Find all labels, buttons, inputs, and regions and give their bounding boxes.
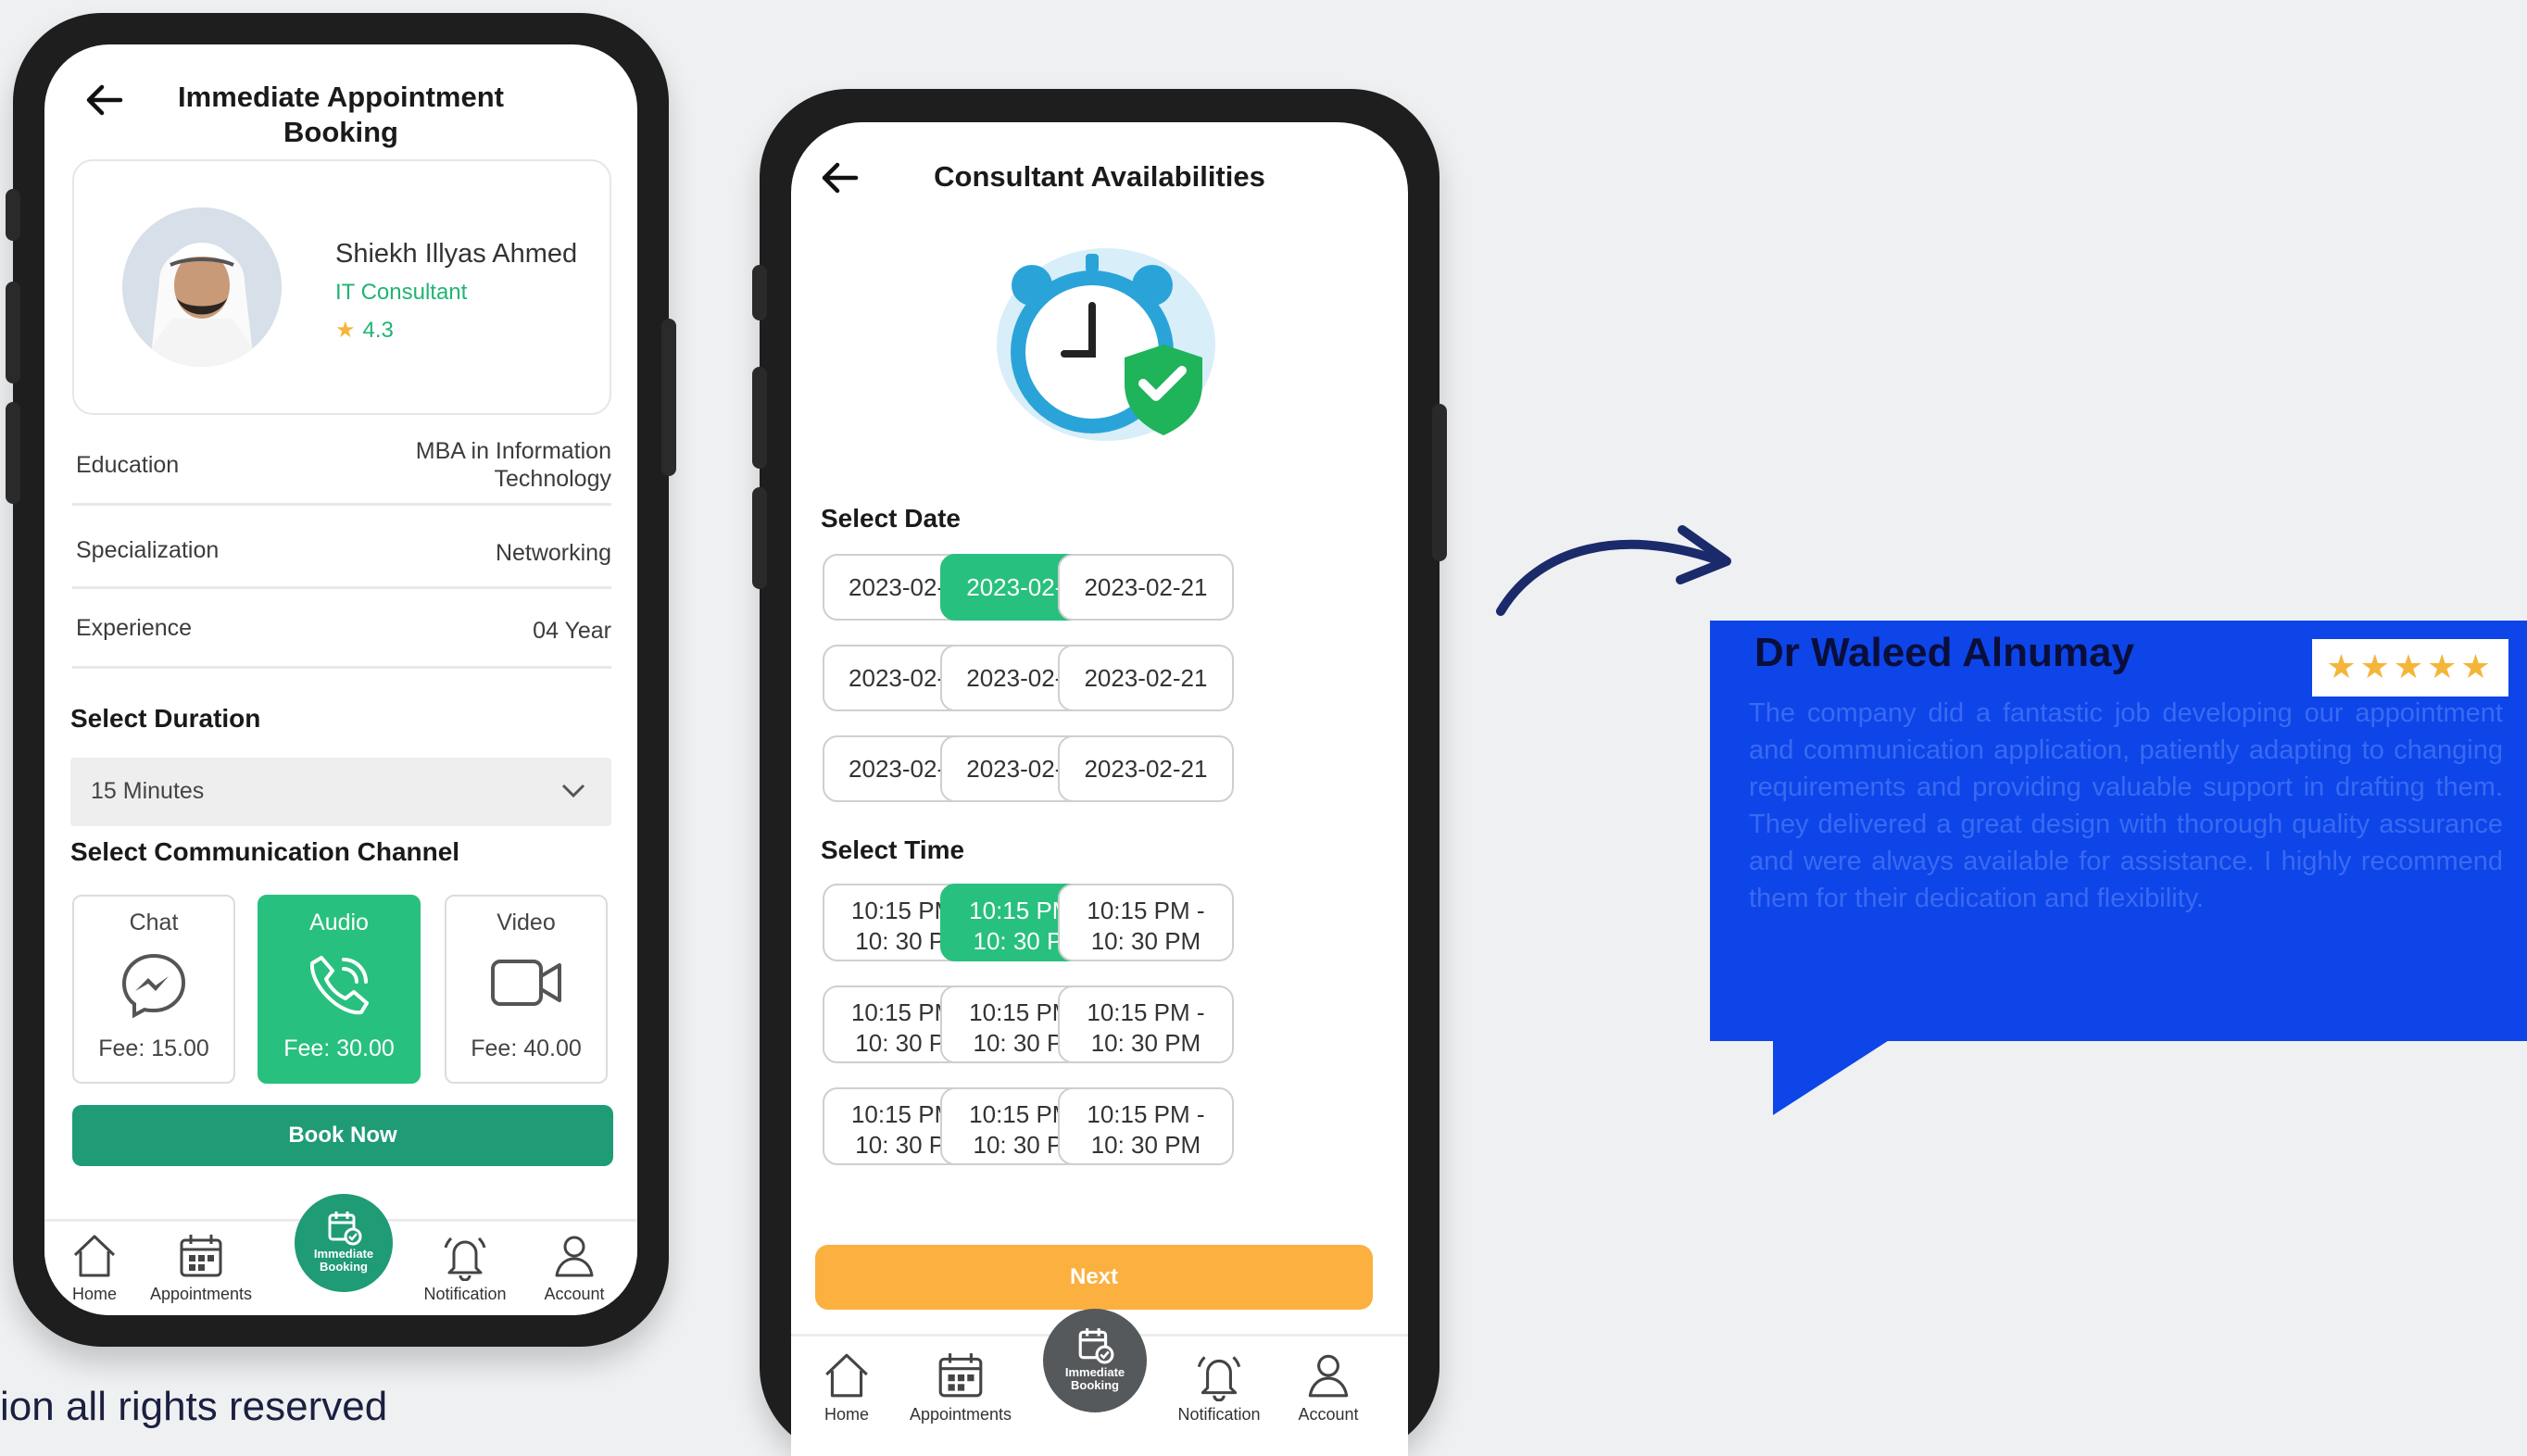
date-option[interactable]: 2023-02-21: [1057, 554, 1234, 621]
booking-calendar-icon: [328, 1211, 362, 1246]
date-option[interactable]: 2023-02-21: [1057, 735, 1234, 802]
date-heading: Select Date: [821, 504, 961, 533]
nav-immediate-booking[interactable]: Immediate Booking: [295, 1194, 393, 1292]
video-camera-icon: [491, 960, 561, 1006]
page-title: Consultant Availabilities: [934, 160, 1265, 193]
user-icon: [555, 1236, 594, 1277]
experience-row: Experience 04 Year: [72, 596, 611, 669]
review-card: Dr Waleed Alnumay ★★★★★ The company did …: [1710, 621, 2527, 1041]
channel-video[interactable]: Video Fee: 40.00: [445, 895, 608, 1084]
phone-icon: [309, 956, 369, 1015]
nav-notification[interactable]: Notification: [1162, 1349, 1276, 1425]
review-text: The company did a fantastic job developi…: [1749, 698, 2503, 913]
time-slot[interactable]: 10:15 PM - 10: 30 PM: [1057, 985, 1234, 1063]
time-slot-start: 10:15 PM -: [1087, 897, 1205, 924]
calendar-icon: [180, 1235, 222, 1277]
education-row: Education MBA in Information Technology: [72, 433, 611, 506]
messenger-icon: [121, 953, 186, 1019]
time-slot-end: 10: 30 PM: [1090, 927, 1201, 955]
alarm-clock-shield-icon: [997, 248, 1215, 441]
nav-appointments[interactable]: Appointments: [891, 1349, 1030, 1425]
specialization-row: Specialization Networking: [72, 515, 611, 589]
time-slot-start: 10:15 PM -: [1087, 998, 1205, 1026]
user-icon: [1308, 1354, 1349, 1398]
booking-calendar-icon: [1078, 1328, 1114, 1364]
duration-select[interactable]: 15 Minutes: [70, 758, 611, 826]
star-icon: ★: [335, 318, 356, 343]
consultant-card: Shiekh Illyas Ahmed IT Consultant ★ 4.3: [72, 159, 611, 415]
channel-chat[interactable]: Chat Fee: 15.00: [72, 895, 235, 1084]
time-slot-end: 10: 30 PM: [1090, 1029, 1201, 1057]
review-stars: ★★★★★: [2312, 639, 2508, 697]
time-slot-start: 10:15 PM -: [1087, 1100, 1205, 1128]
calendar-icon: [938, 1353, 983, 1398]
nav-account[interactable]: Account: [530, 1231, 619, 1304]
phone-availability: Consultant Availabilities Select Date 20…: [752, 89, 1447, 1456]
bottom-nav: Home Appointments Immediate Booking Notif…: [791, 1309, 1408, 1456]
date-option[interactable]: 2023-02-21: [1057, 645, 1234, 711]
consultant-avatar: [122, 207, 282, 367]
page-title: Immediate Appointment Booking: [178, 81, 504, 148]
availability-screen: Consultant Availabilities Select Date 20…: [791, 122, 1408, 1456]
home-icon: [825, 1353, 868, 1398]
bottom-nav: Home Appointments Immediate Booking Notif…: [44, 1194, 637, 1315]
time-slot[interactable]: 10:15 PM - 10: 30 PM: [1057, 1087, 1234, 1165]
nav-home[interactable]: Home: [57, 1231, 132, 1304]
nav-notification[interactable]: Notification: [408, 1231, 522, 1304]
consultant-name: Shiekh Illyas Ahmed: [335, 239, 578, 269]
phone-booking: Immediate Appointment Booking Shiekh Ill…: [6, 13, 676, 1347]
duration-heading: Select Duration: [70, 704, 261, 733]
footer-copyright: ion all rights reserved: [0, 1384, 388, 1429]
speech-bubble-tail: [1773, 1037, 1893, 1115]
curved-arrow-icon: [1496, 525, 1731, 616]
reviewer-name: Dr Waleed Alnumay: [1754, 630, 2134, 675]
chevron-down-icon: [561, 784, 585, 798]
time-heading: Select Time: [821, 835, 965, 864]
consultant-role: IT Consultant: [335, 280, 468, 305]
nav-account[interactable]: Account: [1282, 1349, 1375, 1425]
bell-icon: [1197, 1356, 1241, 1401]
channel-audio[interactable]: Audio Fee: 30.00: [258, 895, 421, 1084]
next-button[interactable]: Next: [815, 1245, 1373, 1310]
book-now-button[interactable]: Book Now: [72, 1105, 613, 1166]
bell-icon: [444, 1236, 486, 1281]
nav-immediate-booking[interactable]: Immediate Booking: [1043, 1309, 1147, 1412]
nav-home[interactable]: Home: [810, 1349, 884, 1425]
channel-heading: Select Communication Channel: [70, 837, 460, 866]
time-slot-end: 10: 30 PM: [1090, 1131, 1201, 1159]
time-slot[interactable]: 10:15 PM - 10: 30 PM: [1057, 884, 1234, 961]
consultant-rating: ★ 4.3: [335, 318, 394, 343]
home-icon: [73, 1235, 116, 1277]
nav-appointments[interactable]: Appointments: [132, 1231, 270, 1304]
booking-screen: Immediate Appointment Booking Shiekh Ill…: [44, 44, 637, 1315]
